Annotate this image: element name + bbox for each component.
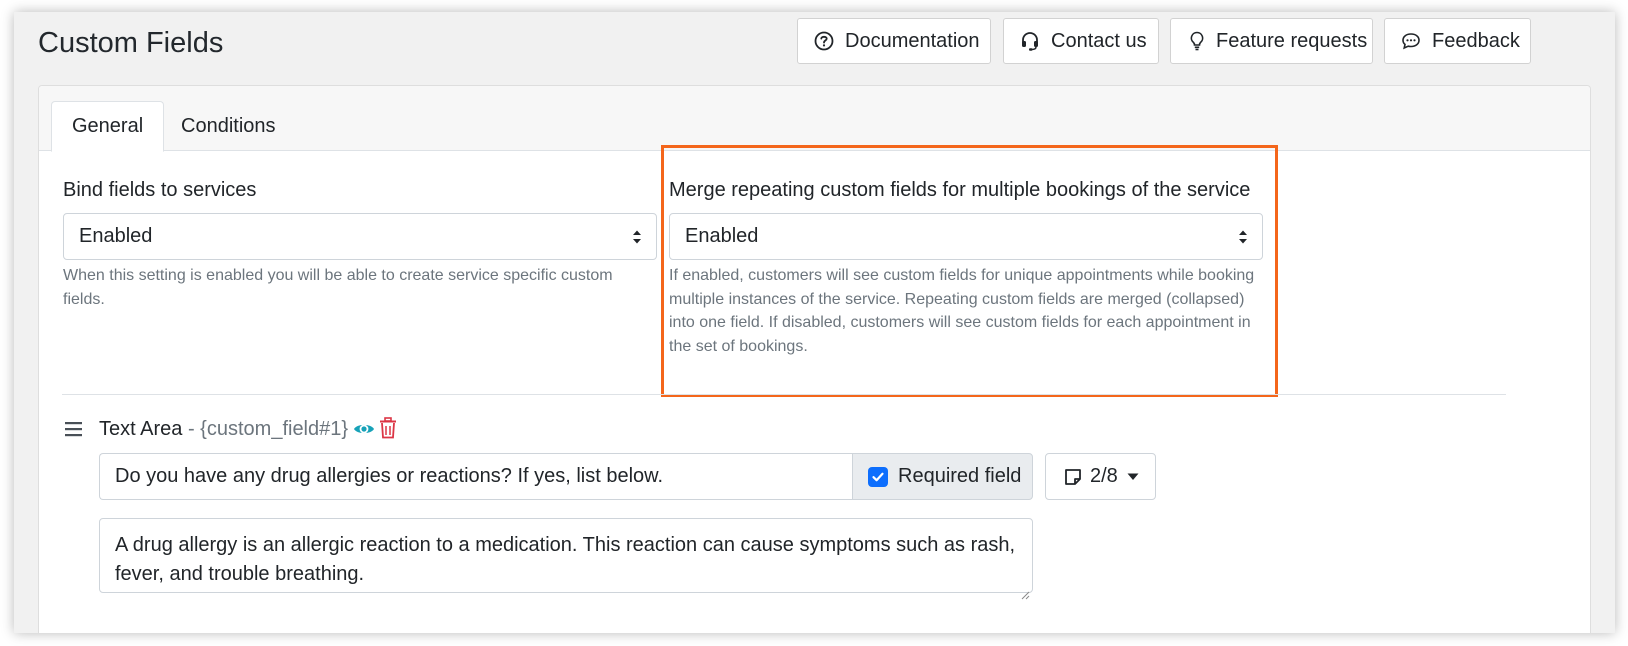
merge-fields-help: If enabled, customers will see custom fi… xyxy=(669,267,1255,355)
bind-fields-value: Enabled xyxy=(79,225,153,247)
required-field-toggle[interactable]: Required field xyxy=(852,453,1033,500)
required-field-label: Required field xyxy=(898,465,1022,487)
description-text: A drug allergy is an allergic reaction t… xyxy=(115,534,1016,585)
eye-icon[interactable] xyxy=(353,418,375,440)
sticky-note-icon xyxy=(1063,467,1083,487)
feedback-button[interactable]: Feedback xyxy=(1384,18,1531,64)
field-counter-dropdown[interactable]: 2/8 xyxy=(1045,453,1156,500)
resize-grip-icon[interactable] xyxy=(1020,580,1030,600)
page-title: Custom Fields xyxy=(38,27,224,59)
headset-icon xyxy=(1019,30,1041,52)
merge-fields-value: Enabled xyxy=(685,225,759,247)
feature-requests-label: Feature requests xyxy=(1216,29,1368,52)
question-circle-icon xyxy=(813,30,835,52)
field-type: Text Area xyxy=(99,418,183,440)
chat-icon xyxy=(1400,30,1422,52)
select-arrows-icon xyxy=(1238,228,1248,246)
field-counter: 2/8 xyxy=(1090,465,1118,487)
contact-us-button[interactable]: Contact us xyxy=(1003,18,1159,64)
documentation-button[interactable]: Documentation xyxy=(797,18,991,64)
tab-conditions[interactable]: Conditions xyxy=(161,101,296,152)
feature-requests-button[interactable]: Feature requests xyxy=(1170,18,1373,64)
bind-fields-select[interactable]: Enabled xyxy=(63,213,657,260)
question-input[interactable]: Do you have any drug allergies or reacti… xyxy=(99,453,852,500)
merge-fields-label: Merge repeating custom fields for multip… xyxy=(669,179,1251,201)
divider xyxy=(62,394,1506,395)
app-window: Custom Fields Documentation Contact us F… xyxy=(14,12,1615,633)
drag-handle-icon[interactable] xyxy=(64,420,84,438)
field-code: {custom_field#1} xyxy=(200,418,349,440)
lightbulb-icon xyxy=(1186,30,1208,52)
required-checkbox[interactable] xyxy=(868,466,888,487)
bind-fields-label: Bind fields to services xyxy=(63,179,257,201)
field-title: Text Area - {custom_field#1} xyxy=(99,418,348,441)
contact-us-label: Contact us xyxy=(1051,29,1147,52)
documentation-label: Documentation xyxy=(845,29,980,52)
checkmark-icon xyxy=(872,472,884,481)
caret-down-icon xyxy=(1127,473,1139,481)
merge-fields-select[interactable]: Enabled xyxy=(669,213,1263,260)
select-arrows-icon xyxy=(632,228,642,246)
field-separator: - xyxy=(182,418,201,440)
bind-fields-help: When this setting is enabled you will be… xyxy=(63,267,613,308)
tab-bar: General Conditions xyxy=(39,86,1590,152)
tab-general[interactable]: General xyxy=(51,101,165,152)
feedback-label: Feedback xyxy=(1432,29,1520,52)
trash-icon[interactable] xyxy=(378,417,398,439)
question-input-group: Do you have any drug allergies or reacti… xyxy=(99,453,1033,500)
description-textarea[interactable]: A drug allergy is an allergic reaction t… xyxy=(99,518,1033,600)
